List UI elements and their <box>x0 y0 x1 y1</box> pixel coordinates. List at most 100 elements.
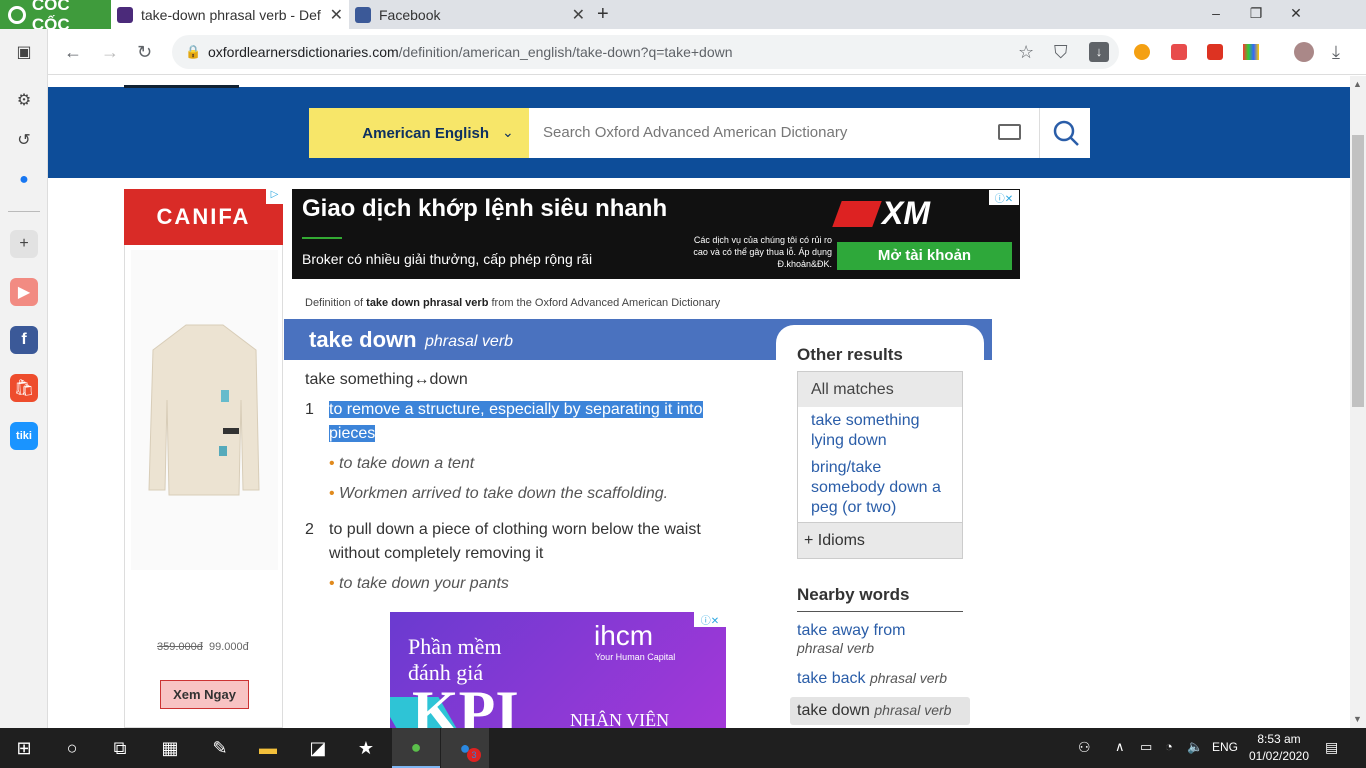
language-indicator[interactable]: ENG <box>1212 740 1238 754</box>
close-window-icon[interactable]: ✕ <box>1276 5 1316 22</box>
settings-icon[interactable]: ⚙ <box>10 86 38 114</box>
breadcrumb-post: from the Oxford Advanced American Dictio… <box>488 297 721 309</box>
url-path: /definition/american_english/take-down?q… <box>398 44 733 60</box>
messenger-icon[interactable]: ● <box>10 166 38 194</box>
plus-icon: + <box>804 532 814 549</box>
tray-chevron-icon[interactable]: ∧ <box>1115 739 1125 755</box>
tab-dictionary[interactable]: take-down phrasal verb - Def ✕ <box>111 0 349 29</box>
scroll-down-icon[interactable]: ▼ <box>1353 714 1362 724</box>
notification-badge: 3 <box>467 748 481 762</box>
sweater-image <box>148 324 260 496</box>
close-icon[interactable]: ✕ <box>330 5 343 25</box>
sticky-app-icon[interactable]: ◪ <box>294 728 342 768</box>
nearby-item-current[interactable]: take down phrasal verb <box>790 697 970 725</box>
headword: take down <box>309 327 417 352</box>
close-icon[interactable]: ✕ <box>572 5 585 25</box>
zalo-taskbar-icon[interactable]: ● 3 <box>441 728 489 768</box>
notifications-icon[interactable]: ▤ <box>1325 739 1338 756</box>
xm-subline: Broker có nhiều giải thưởng, cấp phép rộ… <box>302 251 593 267</box>
nearby-words-title: Nearby words <box>797 585 910 604</box>
extension-chrome-icon[interactable] <box>1134 44 1150 60</box>
clock[interactable]: 8:53 am 01/02/2020 <box>1244 731 1314 765</box>
part-of-speech: phrasal verb <box>425 333 514 350</box>
shopee-icon[interactable]: 🛍 <box>10 374 38 402</box>
xm-risk-note: Các dịch vụ của chúng tôi có rủi ro cao … <box>693 235 832 269</box>
tab-title: Facebook <box>379 6 441 23</box>
file-explorer-icon[interactable]: ▬ <box>244 728 292 768</box>
forward-icon[interactable]: → <box>101 42 119 63</box>
sense-definition: to pull down a piece of clothing worn be… <box>329 521 701 562</box>
all-matches-header[interactable]: All matches <box>798 372 962 407</box>
xm-logo-mark <box>832 201 882 227</box>
battery-icon[interactable]: ▭ <box>1140 739 1152 755</box>
idioms-toggle[interactable]: + Idioms <box>798 522 962 558</box>
scrollbar-thumb[interactable] <box>1352 135 1364 407</box>
dictionary-select-label: American English <box>362 124 489 142</box>
xm-ad-banner[interactable]: Giao dịch khớp lệnh siêu nhanh Broker có… <box>292 189 1020 279</box>
paint-icon[interactable]: ✎ <box>196 728 244 768</box>
search-button[interactable] <box>1039 108 1090 158</box>
sidebar-toggle-icon[interactable]: ▣ <box>10 38 38 66</box>
extension-adblock-icon[interactable] <box>1171 44 1187 60</box>
ad-info-close-icon[interactable]: ⓘ✕ <box>989 190 1019 205</box>
facebook-favicon-icon <box>355 6 371 23</box>
nearby-word[interactable]: take away from <box>797 622 905 640</box>
ad-info-close-icon[interactable]: ⓘ✕ <box>694 612 726 627</box>
dictionary-select[interactable]: American English <box>309 108 529 158</box>
match-link[interactable]: bring/take somebody down a peg (or two) <box>811 458 951 518</box>
nearby-word[interactable]: take back <box>797 670 865 687</box>
sense-number: 2 <box>305 521 314 538</box>
kpi-tail: NHÂN VIÊN <box>570 710 670 728</box>
windows-start-icon[interactable]: ⊞ <box>0 728 48 768</box>
url-text[interactable]: oxfordlearnersdictionaries.com/definitio… <box>208 44 733 60</box>
sense-number: 1 <box>305 401 314 418</box>
nearby-word: take down <box>797 702 870 719</box>
avatar[interactable] <box>1294 42 1314 62</box>
keyboard-icon[interactable] <box>998 124 1021 140</box>
coccoc-taskbar-icon[interactable]: ● <box>392 728 440 768</box>
clock-date: 01/02/2020 <box>1248 749 1310 763</box>
search-placeholder: Search Oxford Advanced American Dictiona… <box>543 124 848 141</box>
match-link[interactable]: take something lying down <box>811 411 951 451</box>
nearby-item[interactable]: take away from phrasal verb <box>797 622 905 656</box>
xm-logo: XM <box>882 195 930 231</box>
xm-headline: Giao dịch khớp lệnh siêu nhanh <box>302 195 668 222</box>
kpi-line1: Phần mềm <box>408 634 502 659</box>
back-icon[interactable]: ← <box>64 42 82 63</box>
oxford-favicon-icon <box>117 6 133 23</box>
bookmark-star-icon[interactable]: ☆ <box>1018 42 1034 63</box>
new-tab-button[interactable]: + <box>597 3 609 26</box>
nearby-item[interactable]: take back phrasal verb <box>797 670 947 688</box>
task-view-icon[interactable]: ⧉ <box>96 728 144 768</box>
kpi-ad[interactable]: Phần mềm đánh giá KPI NHÂN VIÊN ihcm You… <box>390 612 726 728</box>
volume-icon[interactable]: 🔈 <box>1187 739 1203 755</box>
minimize-icon[interactable]: – <box>1196 5 1236 21</box>
product-image[interactable] <box>131 250 278 570</box>
add-icon[interactable]: + <box>10 230 38 258</box>
download-page-icon[interactable]: ↓ <box>1089 42 1109 62</box>
restore-icon[interactable]: ❐ <box>1236 5 1276 22</box>
app-icon[interactable]: ▦ <box>146 728 194 768</box>
people-icon[interactable]: ⚇ <box>1078 739 1091 756</box>
example: to take down your pants <box>329 575 509 593</box>
downloads-icon[interactable]: ⤓ <box>1332 42 1340 63</box>
wifi-icon[interactable]: ◔ <box>1165 739 1173 754</box>
xm-cta-button[interactable]: Mở tài khoản <box>837 242 1012 270</box>
browser-logo[interactable]: CỐC CỐC <box>0 0 111 34</box>
extension-red-icon[interactable] <box>1207 44 1223 60</box>
tab-facebook[interactable]: Facebook ✕ <box>349 0 591 29</box>
breadcrumb: Definition of take down phrasal verb fro… <box>305 297 720 309</box>
adchoices-icon[interactable]: ▷ <box>266 189 283 204</box>
tiki-icon[interactable]: tiki <box>10 422 38 450</box>
shield-icon[interactable]: ⛉ <box>1054 42 1068 63</box>
youtube-icon[interactable]: ▶ <box>10 278 38 306</box>
xem-ngay-button[interactable]: Xem Ngay <box>160 680 249 709</box>
reload-icon[interactable]: ↻ <box>137 42 152 63</box>
history-icon[interactable]: ↺ <box>10 126 38 154</box>
app-icon[interactable]: ★ <box>342 728 390 768</box>
search-circle-icon[interactable]: ○ <box>48 728 96 768</box>
scroll-up-icon[interactable]: ▲ <box>1353 79 1362 89</box>
extension-colors-icon[interactable] <box>1243 44 1259 60</box>
facebook-icon[interactable]: f <box>10 326 38 354</box>
example: to take down a tent <box>329 455 474 473</box>
